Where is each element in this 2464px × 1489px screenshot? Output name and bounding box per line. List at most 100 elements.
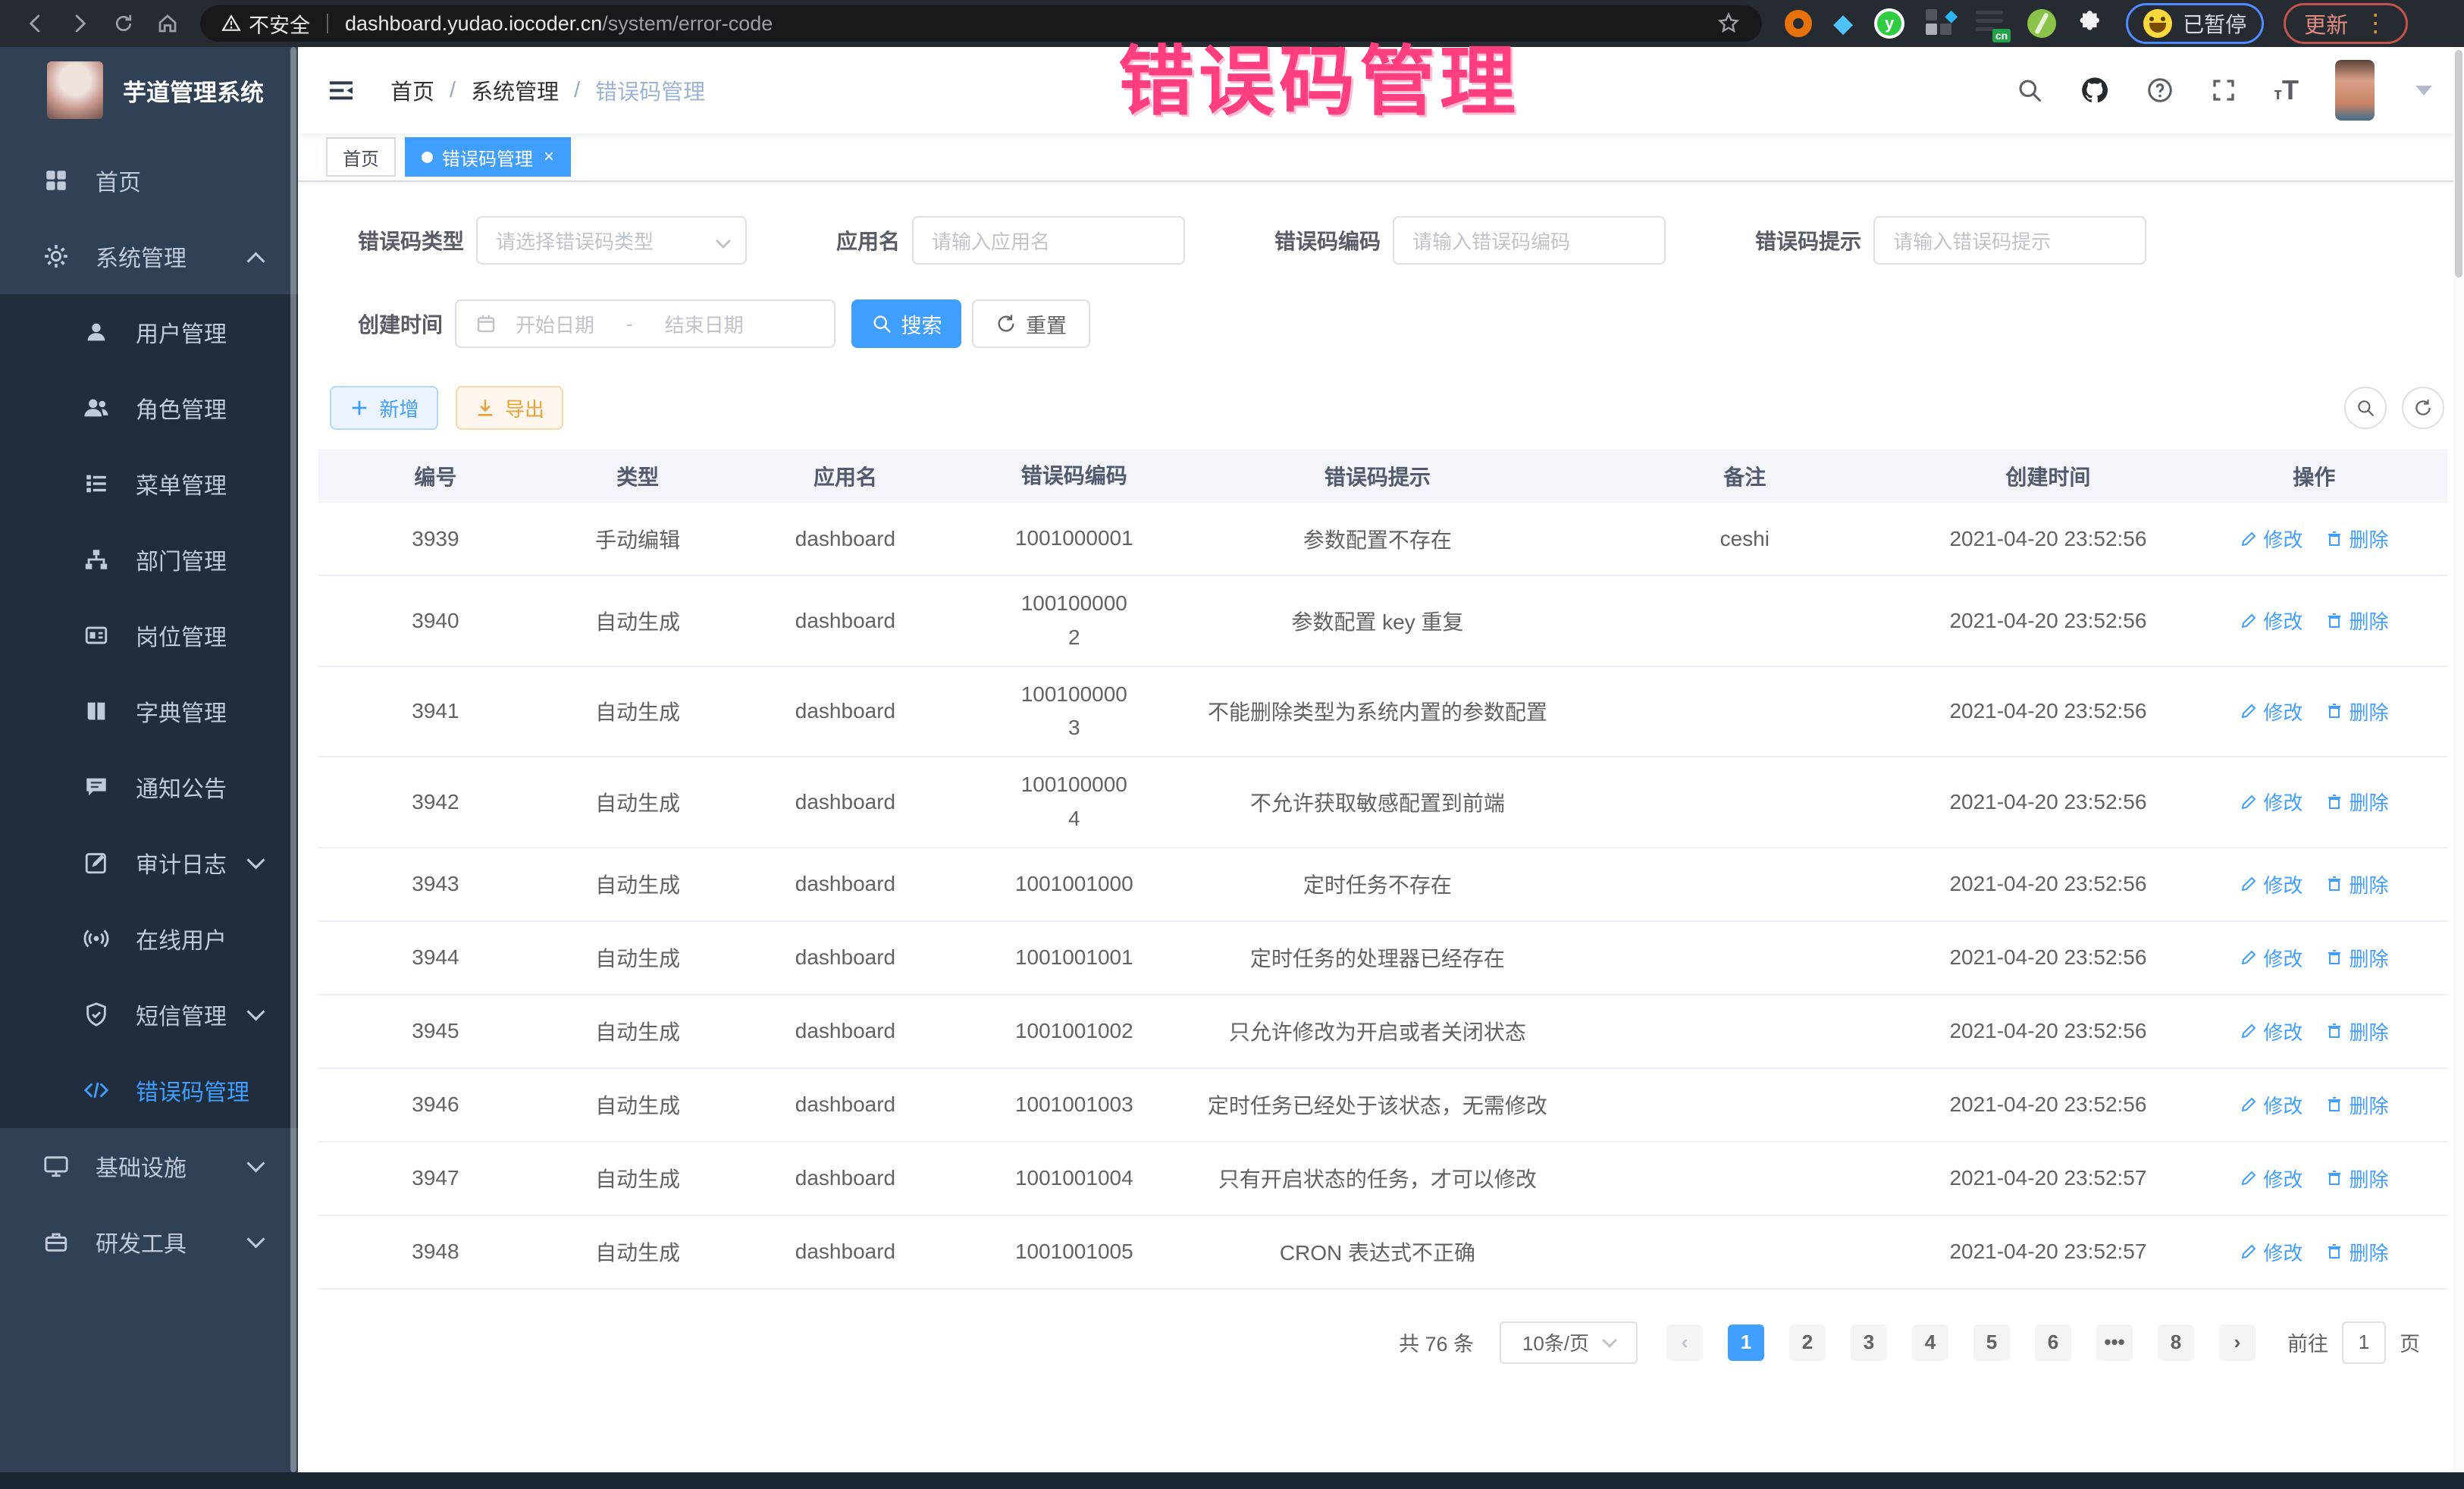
page-button-3[interactable]: 3 bbox=[1851, 1324, 1887, 1361]
delete-link[interactable]: 删除 bbox=[2325, 1091, 2388, 1119]
next-page-button[interactable]: › bbox=[2219, 1324, 2256, 1361]
edit-link[interactable]: 修改 bbox=[2240, 697, 2303, 726]
page-button-1[interactable]: 1 bbox=[1728, 1324, 1764, 1361]
row-actions: 修改删除 bbox=[2181, 1007, 2447, 1056]
filter-select[interactable]: 请选择错误码类型 bbox=[476, 216, 747, 265]
page-ellipsis[interactable]: ••• bbox=[2096, 1324, 2133, 1361]
edit-link[interactable]: 修改 bbox=[2240, 944, 2303, 972]
delete-label: 删除 bbox=[2349, 607, 2388, 635]
sidebar-item-5[interactable]: 部门管理 bbox=[0, 522, 298, 597]
github-icon[interactable] bbox=[2080, 75, 2110, 105]
browser-home-icon[interactable] bbox=[146, 7, 190, 40]
sidebar-item-label: 错误码管理 bbox=[136, 1074, 249, 1107]
export-button[interactable]: 导出 bbox=[456, 386, 563, 430]
search-icon[interactable] bbox=[2016, 77, 2043, 104]
delete-label: 删除 bbox=[2349, 1091, 2388, 1119]
edit-link[interactable]: 修改 bbox=[2240, 1017, 2303, 1045]
refresh-table-button[interactable] bbox=[2402, 387, 2444, 429]
tab-1[interactable]: 错误码管理× bbox=[405, 137, 571, 177]
browser-update-button[interactable]: 更新 ⋮ bbox=[2284, 3, 2408, 44]
sidebar-toggle-icon[interactable] bbox=[325, 75, 357, 105]
edit-link[interactable]: 修改 bbox=[2240, 525, 2303, 553]
goto-page-input[interactable]: 1 bbox=[2342, 1321, 2386, 1364]
add-button[interactable]: 新增 bbox=[330, 386, 438, 430]
edit-link[interactable]: 修改 bbox=[2240, 1165, 2303, 1193]
sidebar-item-4[interactable]: 菜单管理 bbox=[0, 446, 298, 522]
sidebar-item-3[interactable]: 角色管理 bbox=[0, 370, 298, 446]
sidebar-item-14[interactable]: 研发工具 bbox=[0, 1204, 298, 1280]
date-range-picker[interactable]: 开始日期 - 结束日期 bbox=[455, 299, 835, 348]
chevron-down-icon[interactable] bbox=[2415, 86, 2432, 96]
delete-link[interactable]: 删除 bbox=[2325, 1238, 2388, 1266]
cell: 自动生成 bbox=[553, 858, 723, 910]
page-scrollbar[interactable] bbox=[2453, 47, 2464, 1472]
update-label: 更新 bbox=[2304, 8, 2348, 39]
page-button-6[interactable]: 6 bbox=[2035, 1324, 2071, 1361]
browser-forward-icon[interactable] bbox=[58, 7, 102, 40]
edit-link[interactable]: 修改 bbox=[2240, 1238, 2303, 1266]
browser-back-icon[interactable] bbox=[14, 7, 58, 40]
browser-reload-icon[interactable] bbox=[102, 7, 146, 40]
font-size-icon[interactable]: тT bbox=[2274, 77, 2299, 104]
sidebar-item-13[interactable]: 基础设施 bbox=[0, 1128, 298, 1204]
not-secure-warning[interactable]: 不安全 bbox=[221, 9, 310, 39]
page-button-4[interactable]: 4 bbox=[1912, 1324, 1948, 1361]
page-size-select[interactable]: 10条/页 bbox=[1500, 1321, 1638, 1364]
delete-link[interactable]: 删除 bbox=[2325, 697, 2388, 726]
profile-paused-badge[interactable]: 已暂停 bbox=[2126, 3, 2264, 44]
y-extension-icon[interactable]: y bbox=[1874, 8, 1904, 39]
breadcrumb-system[interactable]: 系统管理 bbox=[471, 74, 559, 106]
fullscreen-icon[interactable] bbox=[2210, 77, 2237, 104]
sidebar-item-9[interactable]: 审计日志 bbox=[0, 825, 298, 901]
toggle-search-button[interactable] bbox=[2344, 387, 2387, 429]
grid-extension-icon[interactable]: ◆ bbox=[1926, 9, 1955, 38]
delete-link[interactable]: 删除 bbox=[2325, 607, 2388, 635]
app-logo-row[interactable]: 芋道管理系统 bbox=[0, 47, 298, 133]
delete-link[interactable]: 删除 bbox=[2325, 1017, 2388, 1045]
cell: 3939 bbox=[318, 516, 553, 562]
user-avatar[interactable] bbox=[2335, 60, 2375, 121]
edit-link[interactable]: 修改 bbox=[2240, 607, 2303, 635]
green-extension-icon[interactable] bbox=[2027, 9, 2056, 38]
delete-link[interactable]: 删除 bbox=[2325, 1165, 2388, 1193]
browser-menu-icon[interactable]: ⋮ bbox=[2363, 14, 2387, 33]
page-button-2[interactable]: 2 bbox=[1789, 1324, 1826, 1361]
orange-extension-icon[interactable] bbox=[1785, 10, 1812, 37]
page-button-8[interactable]: 8 bbox=[2158, 1324, 2194, 1361]
delete-link[interactable]: 删除 bbox=[2325, 788, 2388, 816]
filter-input[interactable]: 请输入错误码提示 bbox=[1873, 216, 2146, 265]
list-cn-extension-icon[interactable]: cn bbox=[1976, 9, 2006, 38]
delete-link[interactable]: 删除 bbox=[2325, 870, 2388, 898]
delete-link[interactable]: 删除 bbox=[2325, 944, 2388, 972]
sidebar-item-1[interactable]: 系统管理 bbox=[0, 218, 298, 294]
edit-link[interactable]: 修改 bbox=[2240, 788, 2303, 816]
close-icon[interactable]: × bbox=[544, 148, 554, 166]
sidebar-item-10[interactable]: 在线用户 bbox=[0, 901, 298, 976]
gem-extension-icon[interactable]: ◆ bbox=[1833, 11, 1853, 36]
address-bar[interactable]: 不安全 dashboard.yudao.iocoder.cn/system/er… bbox=[200, 5, 1762, 42]
help-icon[interactable] bbox=[2146, 77, 2174, 104]
page-button-5[interactable]: 5 bbox=[1973, 1324, 2010, 1361]
sidebar-item-12[interactable]: 错误码管理 bbox=[0, 1052, 298, 1128]
cell: 参数配置不存在 bbox=[1180, 513, 1574, 565]
sidebar-item-7[interactable]: 字典管理 bbox=[0, 673, 298, 749]
reset-button[interactable]: 重置 bbox=[972, 299, 1090, 348]
breadcrumb-home[interactable]: 首页 bbox=[390, 74, 434, 106]
delete-link[interactable]: 删除 bbox=[2325, 525, 2388, 553]
filter-input[interactable]: 请输入错误码编码 bbox=[1393, 216, 1666, 265]
sidebar-item-8[interactable]: 通知公告 bbox=[0, 749, 298, 825]
filter-input[interactable]: 请输入应用名 bbox=[912, 216, 1185, 265]
edit-link[interactable]: 修改 bbox=[2240, 870, 2303, 898]
edit-link[interactable]: 修改 bbox=[2240, 1091, 2303, 1119]
sidebar-item-6[interactable]: 岗位管理 bbox=[0, 597, 298, 673]
puzzle-extensions-icon[interactable] bbox=[2077, 9, 2103, 39]
sidebar-item-2[interactable]: 用户管理 bbox=[0, 294, 298, 370]
row-actions: 修改 删除 bbox=[2181, 1080, 2447, 1130]
bookmark-star-icon[interactable] bbox=[1716, 11, 1741, 36]
sidebar-item-11[interactable]: 短信管理 bbox=[0, 976, 298, 1052]
sidebar-item-0[interactable]: 首页 bbox=[0, 143, 298, 218]
prev-page-button[interactable]: ‹ bbox=[1666, 1324, 1703, 1361]
cell: 100100000 2 bbox=[967, 576, 1180, 666]
search-button[interactable]: 搜索 bbox=[851, 299, 961, 348]
tab-0[interactable]: 首页 bbox=[326, 137, 396, 177]
